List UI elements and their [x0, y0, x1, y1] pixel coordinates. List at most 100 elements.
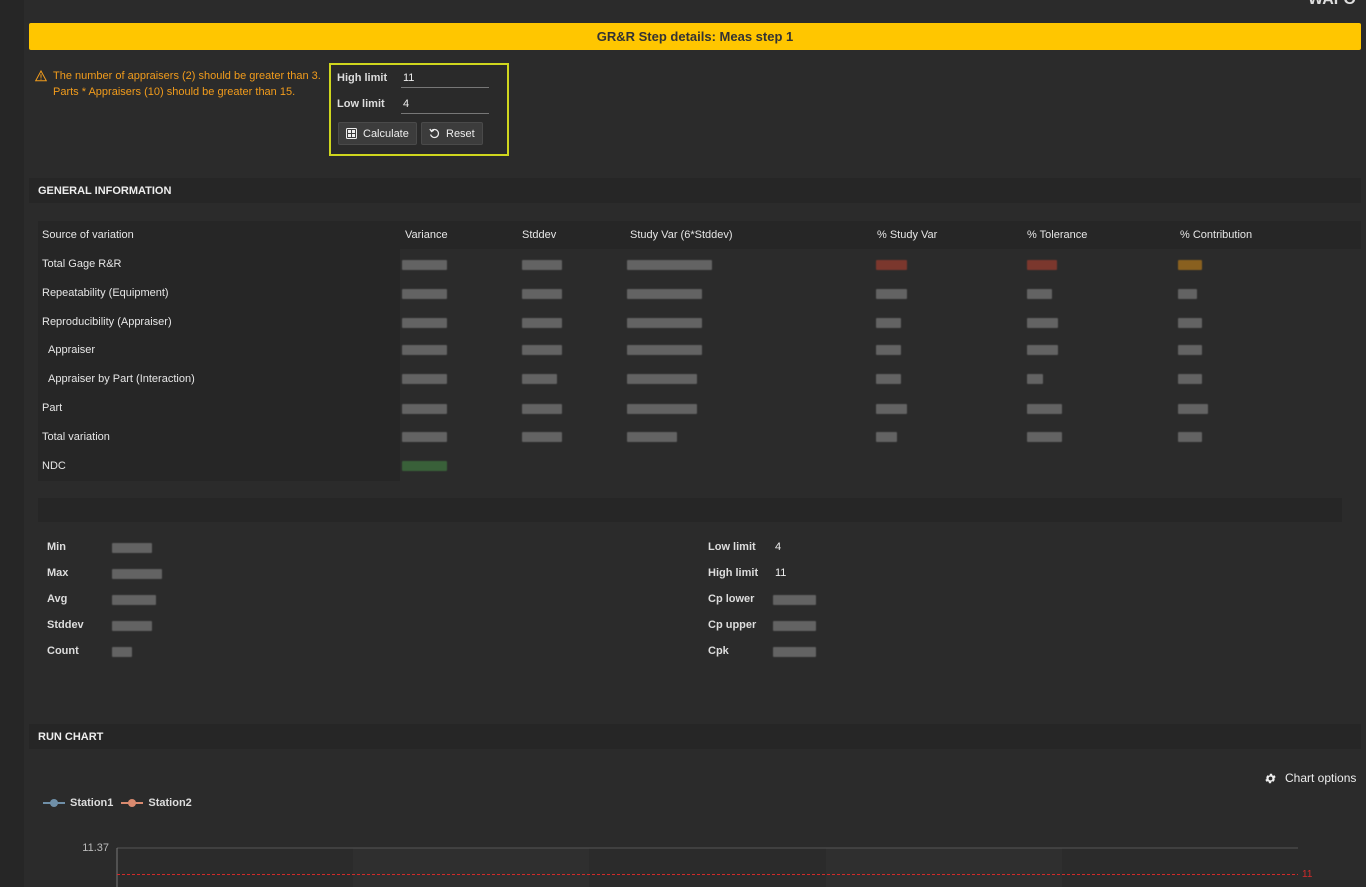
redacted-value [627, 345, 702, 355]
redacted-value [1027, 404, 1062, 414]
y-tick-top: 11.37 [82, 842, 109, 854]
row-label: Repeatability (Equipment) [42, 287, 169, 299]
redacted-value [1178, 289, 1197, 299]
stat-cp-lower-label: Cp lower [708, 593, 755, 605]
row-label: Appraiser [48, 344, 96, 356]
left-strip [0, 0, 24, 887]
col-pct-tolerance: % Tolerance [1027, 229, 1088, 241]
row-label: Total variation [42, 431, 110, 443]
series-marker-icon [121, 799, 144, 807]
stat-cpk-label: Cpk [708, 645, 729, 657]
redacted-value [1178, 404, 1208, 414]
redacted-value [402, 260, 447, 270]
step-details-banner: GR&R Step details: Meas step 1 [29, 23, 1361, 50]
calculate-label: Calculate [363, 127, 409, 140]
chart-options-button[interactable]: Chart options [1264, 771, 1356, 785]
redacted-value [627, 289, 702, 299]
redacted-value [876, 432, 897, 442]
redacted-value [876, 345, 901, 355]
row-label: Appraiser by Part (Interaction) [48, 373, 195, 385]
redacted-value [627, 432, 677, 442]
redacted-value [1027, 432, 1062, 442]
stat-low-limit-value: 4 [775, 541, 782, 553]
stat-low-limit-label: Low limit [708, 541, 756, 553]
stat-min-label: Min [47, 541, 66, 553]
redacted-value [1178, 260, 1202, 270]
chart-options-label: Chart options [1285, 771, 1357, 785]
row-label: Reproducibility (Appraiser) [42, 316, 172, 328]
redacted-value [522, 345, 562, 355]
stat-avg-label: Avg [47, 593, 68, 605]
gear-icon [1265, 773, 1276, 783]
redacted-value [1027, 374, 1043, 384]
warnings-panel: The number of appraisers (2) should be g… [35, 68, 321, 100]
col-pct-study-var: % Study Var [877, 229, 938, 241]
corner-title: WAFO [1308, 0, 1356, 9]
redacted-value [402, 432, 447, 442]
redacted-ndc-value [402, 461, 447, 471]
redacted-count [112, 647, 132, 657]
redacted-value [627, 318, 702, 328]
redacted-value [1027, 289, 1052, 299]
col-pct-contribution: % Contribution [1180, 229, 1253, 241]
high-limit-input[interactable] [401, 68, 489, 88]
redacted-value [402, 404, 447, 414]
stat-stddev-label: Stddev [47, 619, 84, 631]
redacted-value [402, 345, 447, 355]
redacted-value [522, 374, 557, 384]
col-stddev: Stddev [522, 229, 557, 241]
redacted-value [402, 374, 447, 384]
row-label: NDC [42, 460, 66, 472]
row-label: Total Gage R&R [42, 258, 122, 270]
col-variance: Variance [405, 229, 448, 241]
redacted-value [522, 289, 562, 299]
redacted-value [402, 318, 447, 328]
redacted-min [112, 543, 152, 553]
stats-header-bar [38, 498, 1342, 522]
legend-station2-label: Station2 [148, 797, 192, 809]
redacted-cpk [773, 647, 816, 657]
redacted-value [1027, 345, 1058, 355]
calculate-button[interactable]: Calculate [338, 122, 417, 145]
reset-button[interactable]: Reset [421, 122, 483, 145]
redacted-value [1027, 260, 1057, 270]
redacted-value [522, 404, 562, 414]
run-chart-plot: 11.37 11 [82, 842, 1313, 887]
redacted-value [1178, 374, 1202, 384]
redacted-cp-upper [773, 621, 816, 631]
warning-icon [35, 70, 47, 82]
redacted-value [522, 432, 562, 442]
warning-text-2: Parts * Appraisers (10) should be greate… [53, 86, 296, 98]
redacted-value [627, 374, 697, 384]
low-limit-label: Low limit [337, 98, 385, 110]
redacted-value [1178, 432, 1202, 442]
redacted-value [522, 260, 562, 270]
redacted-value [627, 260, 712, 270]
redacted-value [876, 318, 901, 328]
redacted-value [1027, 318, 1058, 328]
stat-count-label: Count [47, 645, 79, 657]
stat-max-label: Max [47, 567, 69, 579]
general-information-header: GENERAL INFORMATION [29, 178, 1361, 203]
redacted-value [876, 260, 907, 270]
col-study-var: Study Var (6*Stddev) [630, 229, 733, 241]
col-source: Source of variation [42, 229, 134, 241]
run-chart-header: RUN CHART [29, 724, 1361, 749]
redacted-avg [112, 595, 156, 605]
redacted-stddev [112, 621, 152, 631]
redacted-value [876, 289, 907, 299]
legend-station1[interactable]: Station1 [43, 797, 113, 809]
low-limit-input[interactable] [401, 94, 489, 114]
legend-station2[interactable]: Station2 [121, 797, 192, 809]
legend-station1-label: Station1 [70, 797, 114, 809]
redacted-max [112, 569, 162, 579]
chart-band [353, 848, 589, 887]
redacted-cp-lower [773, 595, 816, 605]
row-label: Part [42, 402, 63, 414]
chart-legend: Station1 Station2 [43, 797, 200, 809]
reset-label: Reset [446, 127, 475, 140]
redacted-value [1178, 345, 1202, 355]
redacted-value [627, 404, 697, 414]
redacted-value [1178, 318, 1202, 328]
stat-high-limit-value: 11 [775, 567, 787, 579]
